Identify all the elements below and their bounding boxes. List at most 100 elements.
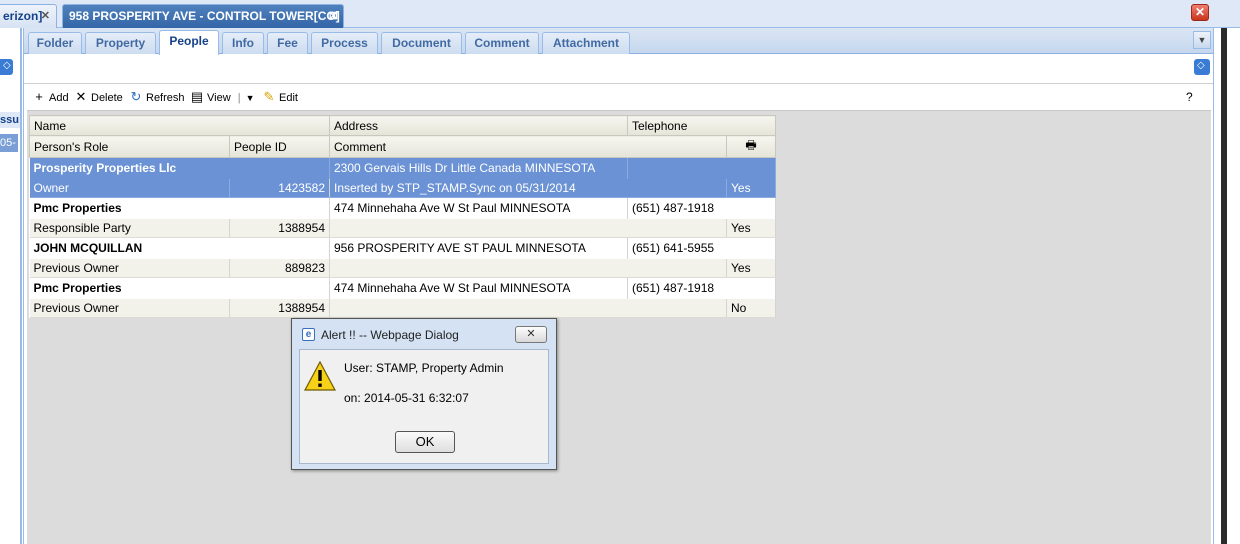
table-row[interactable]: Pmc Properties 474 Minnehaha Ave W St Pa…: [29, 197, 776, 219]
tab-attachment[interactable]: Attachment: [542, 32, 630, 54]
plus-icon: +: [35, 89, 43, 104]
column-header-address[interactable]: Address: [329, 115, 628, 136]
refresh-button[interactable]: ↻ Refresh: [129, 88, 185, 106]
column-header-telephone[interactable]: Telephone: [627, 115, 776, 136]
pencil-icon: ✎: [263, 89, 275, 104]
tab-people[interactable]: People: [159, 30, 219, 55]
left-selected-cell[interactable]: 05-: [0, 134, 18, 152]
chevron-down-icon[interactable]: ▼: [246, 93, 255, 103]
close-icon[interactable]: ⊠: [329, 5, 338, 27]
add-button[interactable]: + Add: [32, 88, 69, 106]
dialog-body: User: STAMP, Property Admin on: 2014-05-…: [299, 349, 549, 464]
chevron-down-icon[interactable]: ▼: [1193, 31, 1211, 49]
view-label: View: [207, 92, 231, 104]
alert-dialog: e Alert !! -- Webpage Dialog ✕ User: STA…: [291, 318, 557, 470]
column-header-people-id[interactable]: People ID: [229, 135, 330, 158]
person-telephone: [627, 157, 776, 179]
window-tab-strip: erizon] ✕ 958 PROSPERITY AVE - CONTROL T…: [0, 0, 1240, 28]
table-row[interactable]: Owner 1423582 Inserted by STP_STAMP.Sync…: [29, 178, 776, 198]
edit-label: Edit: [279, 92, 298, 104]
tab-process[interactable]: Process: [311, 32, 378, 54]
tab-info[interactable]: Info: [222, 32, 264, 54]
close-icon[interactable]: ✕: [41, 5, 50, 27]
dialog-message-user: User: STAMP, Property Admin: [344, 361, 504, 375]
view-button[interactable]: ▤ View | ▼: [190, 88, 255, 106]
header-row: Name Address Telephone: [29, 115, 776, 136]
person-role: Responsible Party: [29, 218, 230, 238]
left-frame: ssu 05-: [0, 28, 22, 544]
table-row[interactable]: JOHN MCQUILLAN 956 PROSPERITY AVE ST PAU…: [29, 237, 776, 259]
table-row[interactable]: Prosperity Properties Llc 2300 Gervais H…: [29, 157, 776, 179]
dialog-titlebar[interactable]: e Alert !! -- Webpage Dialog ✕: [292, 319, 556, 349]
edit-button[interactable]: ✎ Edit: [262, 88, 298, 106]
tab-document[interactable]: Document: [381, 32, 462, 54]
window-tab-previous[interactable]: erizon] ✕: [0, 4, 57, 28]
column-header-role[interactable]: Person's Role: [29, 135, 230, 158]
person-name: Pmc Properties: [29, 197, 330, 219]
person-role: Owner: [29, 178, 230, 198]
left-column-header: ssu: [0, 112, 20, 128]
window-tab-active[interactable]: 958 PROSPERITY AVE - CONTROL TOWER[CO] ⊠: [62, 4, 344, 28]
person-flag: Yes: [726, 218, 776, 238]
people-table: Name Address Telephone Person's Role Peo…: [29, 115, 776, 318]
dialog-close-button[interactable]: ✕: [515, 326, 547, 343]
help-button[interactable]: ?: [1186, 90, 1193, 104]
people-id: 1388954: [229, 298, 330, 318]
person-telephone: (651) 487-1918: [627, 197, 776, 219]
people-grid-area: Name Address Telephone Person's Role Peo…: [27, 110, 1211, 544]
table-row[interactable]: Pmc Properties 474 Minnehaha Ave W St Pa…: [29, 277, 776, 299]
people-id: 1388954: [229, 218, 330, 238]
table-row[interactable]: Responsible Party 1388954 Yes: [29, 218, 776, 238]
delete-x-icon: ✕: [75, 89, 87, 104]
person-comment: [329, 218, 727, 238]
people-id: 889823: [229, 258, 330, 278]
window-tab-label: 958 PROSPERITY AVE - CONTROL TOWER[CO]: [69, 9, 340, 23]
delete-label: Delete: [91, 92, 123, 104]
separator: |: [237, 92, 241, 104]
person-name: Pmc Properties: [29, 277, 330, 299]
column-header-name[interactable]: Name: [29, 115, 330, 136]
person-name: Prosperity Properties Llc: [29, 157, 330, 179]
tab-folder[interactable]: Folder: [28, 32, 82, 54]
add-label: Add: [49, 92, 69, 104]
delete-button[interactable]: ✕ Delete: [74, 88, 123, 106]
header-row: Person's Role People ID Comment 🖶: [29, 135, 776, 158]
refresh-label: Refresh: [146, 92, 185, 104]
refresh-icon: ↻: [130, 89, 142, 104]
dialog-message-time: on: 2014-05-31 6:32:07: [344, 391, 469, 405]
person-flag: Yes: [726, 178, 776, 198]
people-id: 1423582: [229, 178, 330, 198]
person-flag: Yes: [726, 258, 776, 278]
expand-icon[interactable]: [1194, 59, 1210, 75]
person-address: 474 Minnehaha Ave W St Paul MINNESOTA: [329, 197, 628, 219]
browser-icon: e: [302, 328, 315, 341]
person-address: 2300 Gervais Hills Dr Little Canada MINN…: [329, 157, 628, 179]
person-role: Previous Owner: [29, 258, 230, 278]
tab-property[interactable]: Property: [85, 32, 156, 54]
person-telephone: (651) 487-1918: [627, 277, 776, 299]
person-name: JOHN MCQUILLAN: [29, 237, 330, 259]
window-close-button[interactable]: ✕: [1191, 4, 1209, 21]
tab-fee[interactable]: Fee: [267, 32, 308, 54]
subtab-bar: Folder Property People Info Fee Process …: [24, 28, 1214, 55]
person-address: 474 Minnehaha Ave W St Paul MINNESOTA: [329, 277, 628, 299]
person-role: Previous Owner: [29, 298, 230, 318]
print-icon[interactable]: 🖶: [726, 135, 776, 158]
table-row[interactable]: Previous Owner 1388954 No: [29, 298, 776, 318]
view-grid-icon: ▤: [190, 89, 204, 104]
dialog-title: Alert !! -- Webpage Dialog: [321, 328, 459, 342]
person-telephone: (651) 641-5955: [627, 237, 776, 259]
tab-comment[interactable]: Comment: [465, 32, 539, 54]
table-row[interactable]: Previous Owner 889823 Yes: [29, 258, 776, 278]
person-comment: Inserted by STP_STAMP.Sync on 05/31/2014: [329, 178, 727, 198]
warning-icon: [304, 361, 336, 391]
person-comment: [329, 298, 727, 318]
ok-button[interactable]: OK: [395, 431, 455, 453]
toolbar: + Add ✕ Delete ↻ Refresh ▤ View | ▼ ✎ Edit ?: [24, 83, 1214, 109]
main-panel: Folder Property People Info Fee Process …: [23, 28, 1214, 544]
window-tab-label: erizon]: [3, 9, 43, 23]
right-frame-border: [1221, 28, 1227, 544]
expand-icon[interactable]: [0, 59, 13, 75]
person-comment: [329, 258, 727, 278]
column-header-comment[interactable]: Comment: [329, 135, 727, 158]
